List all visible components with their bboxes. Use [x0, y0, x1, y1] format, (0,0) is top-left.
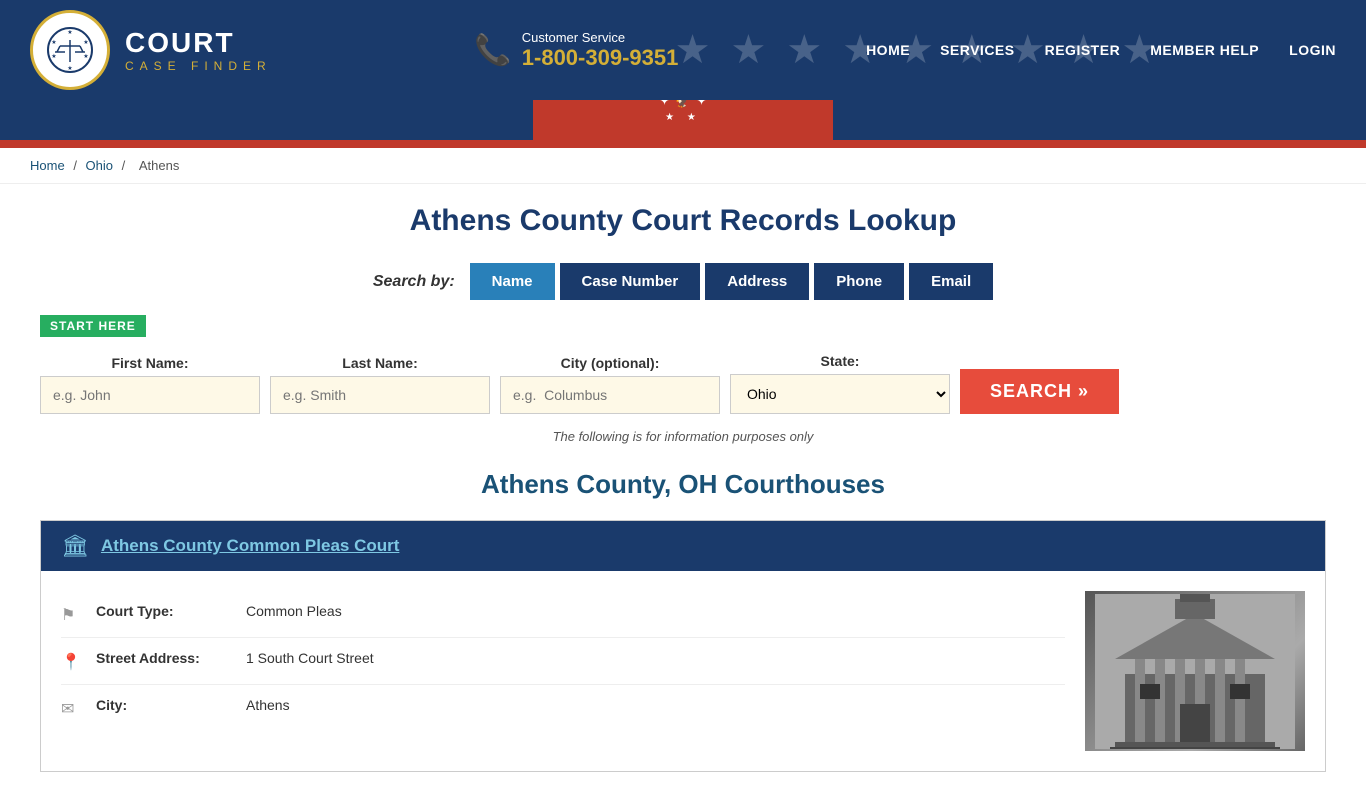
city-input[interactable]: [500, 376, 720, 414]
search-by-label: Search by:: [373, 273, 455, 291]
courthouse-building-icon: 🏛: [61, 533, 89, 559]
logo-court-label: COURT: [125, 27, 272, 59]
breadcrumb: Home / Ohio / Athens: [0, 148, 1366, 184]
courthouse-body: ⚑ Court Type: Common Pleas 📍 Street Addr…: [41, 571, 1325, 771]
breadcrumb-home[interactable]: Home: [30, 158, 65, 173]
city-row: ✉ City: Athens: [61, 685, 1065, 731]
courthouse-image: [1085, 591, 1305, 751]
site-header: ★ ★ ★ ★ ★ ★ COURT CASE FINDER: [0, 0, 1366, 148]
courthouse-name-link[interactable]: Athens County Common Pleas Court: [101, 536, 399, 556]
tab-address[interactable]: Address: [705, 263, 809, 300]
last-name-input[interactable]: [270, 376, 490, 414]
city-detail-value: Athens: [246, 697, 290, 713]
svg-text:★: ★: [67, 65, 72, 72]
search-by-row: Search by: Name Case Number Address Phon…: [40, 263, 1326, 300]
court-type-label: Court Type:: [96, 603, 236, 619]
street-address-row: 📍 Street Address: 1 South Court Street: [61, 638, 1065, 685]
last-name-label: Last Name:: [270, 355, 490, 371]
city-label: City (optional):: [500, 355, 720, 371]
svg-text:★: ★: [67, 29, 72, 36]
breadcrumb-sep1: /: [73, 158, 80, 173]
first-name-group: First Name:: [40, 355, 260, 414]
city-group: City (optional):: [500, 355, 720, 414]
tab-email[interactable]: Email: [909, 263, 993, 300]
courthouse-image-placeholder: [1085, 591, 1305, 751]
breadcrumb-athens: Athens: [139, 158, 179, 173]
court-type-value: Common Pleas: [246, 603, 342, 619]
customer-service-label: Customer Service: [522, 30, 679, 45]
city-icon: ✉: [61, 699, 86, 719]
tab-case-number[interactable]: Case Number: [560, 263, 701, 300]
start-here-badge: START HERE: [40, 315, 146, 337]
nav-member-help[interactable]: MEMBER HELP: [1150, 42, 1259, 58]
main-nav: HOME SERVICES REGISTER MEMBER HELP LOGIN: [866, 42, 1336, 58]
location-icon: 📍: [61, 652, 86, 672]
last-name-group: Last Name:: [270, 355, 490, 414]
state-select[interactable]: Ohio: [730, 374, 950, 414]
search-form: First Name: Last Name: City (optional): …: [40, 353, 1326, 414]
nav-login[interactable]: LOGIN: [1289, 42, 1336, 58]
courthouses-title: Athens County, OH Courthouses: [40, 469, 1326, 500]
logo-finder-label: CASE FINDER: [125, 59, 272, 73]
svg-text:★: ★: [83, 53, 88, 60]
street-address-label: Street Address:: [96, 650, 236, 666]
tab-phone[interactable]: Phone: [814, 263, 904, 300]
customer-service-area: 📞 Customer Service 1-800-309-9351: [474, 30, 678, 71]
first-name-label: First Name:: [40, 355, 260, 371]
courthouse-card: 🏛 Athens County Common Pleas Court ⚑ Cou…: [40, 520, 1326, 772]
city-detail-label: City:: [96, 697, 236, 713]
search-button[interactable]: SEARCH »: [960, 369, 1119, 414]
main-content: Athens County Court Records Lookup Searc…: [0, 184, 1366, 812]
page-title: Athens County Court Records Lookup: [40, 204, 1326, 238]
nav-home[interactable]: HOME: [866, 42, 910, 58]
customer-service-phone: 1-800-309-9351: [522, 45, 679, 70]
svg-text:★: ★: [51, 53, 56, 60]
breadcrumb-sep2: /: [122, 158, 129, 173]
first-name-input[interactable]: [40, 376, 260, 414]
tab-name[interactable]: Name: [470, 263, 555, 300]
courthouse-details: ⚑ Court Type: Common Pleas 📍 Street Addr…: [61, 591, 1065, 751]
street-address-value: 1 South Court Street: [246, 650, 374, 666]
court-type-icon: ⚑: [61, 605, 86, 625]
nav-services[interactable]: SERVICES: [940, 42, 1015, 58]
header-red-bar: [0, 140, 1366, 148]
breadcrumb-ohio[interactable]: Ohio: [86, 158, 113, 173]
svg-text:★: ★: [51, 39, 56, 46]
logo-text: COURT CASE FINDER: [110, 19, 287, 81]
arch-stars-right: ★ ★: [665, 112, 701, 123]
header-arch-container: ★ ★ ✦ 🦅 ✦ ★ ★: [0, 100, 1366, 140]
nav-register[interactable]: REGISTER: [1045, 42, 1121, 58]
svg-text:★: ★: [83, 39, 88, 46]
courthouse-header: 🏛 Athens County Common Pleas Court: [41, 521, 1325, 571]
search-section: Search by: Name Case Number Address Phon…: [40, 263, 1326, 414]
phone-icon: 📞: [474, 33, 511, 68]
court-type-row: ⚑ Court Type: Common Pleas: [61, 591, 1065, 638]
logo-icon: ★ ★ ★ ★ ★ ★: [30, 10, 110, 90]
logo-area: ★ ★ ★ ★ ★ ★ COURT CASE FINDER: [30, 10, 287, 90]
state-group: State: Ohio: [730, 353, 950, 414]
state-label: State:: [730, 353, 950, 369]
info-notice: The following is for information purpose…: [40, 429, 1326, 444]
